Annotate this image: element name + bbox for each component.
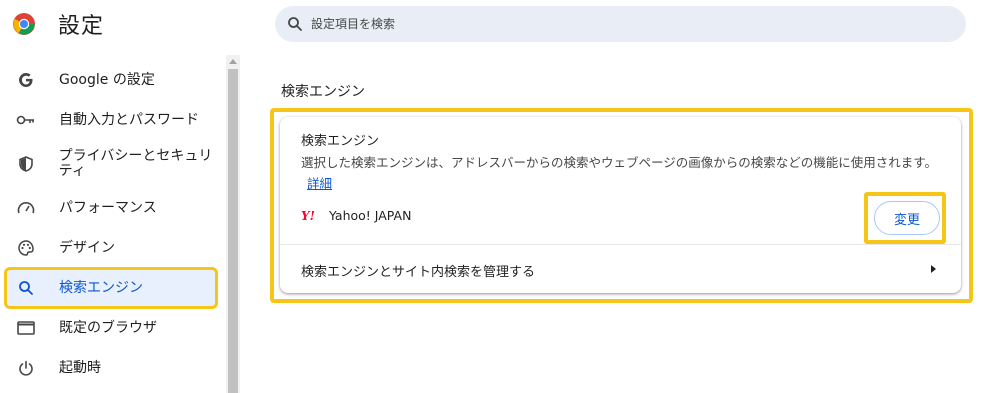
details-link[interactable]: 詳細 bbox=[307, 176, 332, 191]
search-engine-card: 検索エンジン 選択した検索エンジンは、アドレスバーからの検索やウェブページの画像… bbox=[280, 117, 961, 293]
scroll-up-arrow-icon[interactable] bbox=[229, 59, 237, 64]
settings-search-input[interactable] bbox=[311, 17, 911, 31]
palette-icon bbox=[16, 238, 36, 258]
sidebar-item-label: 自動入力とパスワード bbox=[59, 111, 199, 128]
sidebar-item-autofill[interactable]: 自動入力とパスワード bbox=[6, 101, 216, 139]
page-title: 設定 bbox=[58, 14, 105, 39]
sidebar-item-label: デザイン bbox=[59, 239, 115, 256]
sidebar-item-on-startup[interactable]: 起動時 bbox=[6, 349, 216, 387]
sidebar-nav: Google の設定 自動入力とパスワード プライバシーとセキュリティ パフォー… bbox=[0, 55, 226, 393]
section-title: 検索エンジン bbox=[281, 84, 365, 100]
settings-page: 設定 Google の設定 自動入力とパスワード プライバシーとセキュリティ bbox=[0, 0, 1002, 393]
sidebar-item-label: 既定のブラウザ bbox=[59, 319, 157, 336]
sidebar-item-label: プライバシーとセキュリティ bbox=[58, 148, 213, 179]
sidebar-item-privacy[interactable]: プライバシーとセキュリティ bbox=[6, 141, 216, 187]
change-button[interactable]: 変更 bbox=[874, 201, 940, 235]
settings-search-box[interactable] bbox=[275, 6, 966, 42]
sidebar-item-appearance[interactable]: デザイン bbox=[6, 229, 216, 267]
manage-search-engines-row[interactable]: 検索エンジンとサイト内検索を管理する bbox=[280, 245, 961, 293]
sidebar-scrollbar[interactable] bbox=[226, 55, 240, 393]
sidebar-item-label: Google の設定 bbox=[59, 71, 155, 88]
chevron-right-icon bbox=[931, 265, 936, 273]
google-g-icon bbox=[16, 70, 36, 90]
description-text: 選択した検索エンジンは、アドレスバーからの検索やウェブページの画像からの検索など… bbox=[301, 155, 938, 170]
manage-label: 検索エンジンとサイト内検索を管理する bbox=[301, 265, 536, 280]
card-title: 検索エンジン bbox=[301, 134, 380, 149]
speedometer-icon bbox=[16, 198, 36, 218]
sidebar-item-label: パフォーマンス bbox=[59, 199, 157, 216]
engine-name: Yahoo! JAPAN bbox=[329, 208, 412, 223]
chrome-logo-icon bbox=[13, 13, 35, 35]
scrollbar-thumb[interactable] bbox=[228, 69, 238, 393]
card-description: 選択した検索エンジンは、アドレスバーからの検索やウェブページの画像からの検索など… bbox=[301, 152, 946, 194]
sidebar-item-google[interactable]: Google の設定 bbox=[6, 61, 216, 99]
sidebar-item-label: 検索エンジン bbox=[59, 279, 143, 296]
sidebar-item-performance[interactable]: パフォーマンス bbox=[6, 189, 216, 227]
key-icon bbox=[16, 110, 36, 130]
browser-window-icon bbox=[16, 318, 36, 338]
sidebar-item-search-engine[interactable]: 検索エンジン bbox=[4, 267, 218, 309]
sidebar-item-label: 起動時 bbox=[59, 359, 101, 376]
search-icon bbox=[288, 17, 302, 31]
sidebar-item-default-browser[interactable]: 既定のブラウザ bbox=[6, 309, 216, 347]
search-icon bbox=[16, 278, 36, 298]
shield-icon bbox=[16, 154, 36, 174]
current-engine: Y! Yahoo! JAPAN bbox=[301, 208, 411, 223]
yahoo-logo-icon: Y! bbox=[301, 208, 315, 223]
power-icon bbox=[16, 358, 36, 378]
